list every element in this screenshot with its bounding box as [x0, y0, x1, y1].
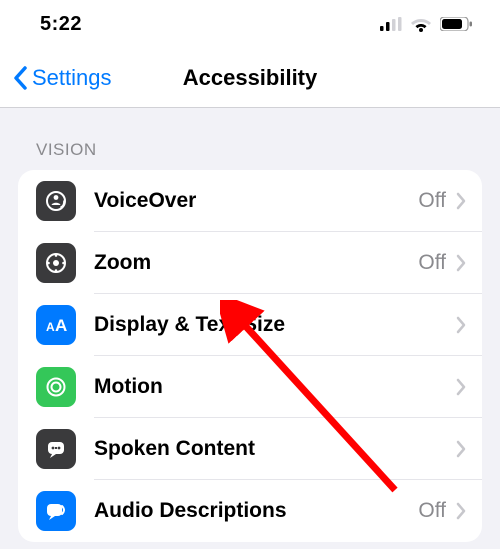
- back-button[interactable]: Settings: [0, 65, 112, 91]
- row-label: Zoom: [94, 251, 418, 275]
- chevron-right-icon: [456, 316, 466, 334]
- cellular-icon: [380, 17, 402, 31]
- row-label: VoiceOver: [94, 189, 418, 213]
- row-audio-descriptions[interactable]: Audio Descriptions Off: [18, 480, 482, 542]
- row-voiceover[interactable]: VoiceOver Off: [18, 170, 482, 232]
- row-value: Off: [418, 251, 446, 275]
- voiceover-icon: [36, 181, 76, 221]
- row-zoom[interactable]: Zoom Off: [18, 232, 482, 294]
- chevron-left-icon: [12, 66, 28, 90]
- status-bar: 5:22: [0, 0, 500, 48]
- display-text-size-icon: AA: [36, 305, 76, 345]
- chevron-right-icon: [456, 254, 466, 272]
- chevron-right-icon: [456, 192, 466, 210]
- battery-icon: [440, 17, 472, 31]
- nav-bar: Settings Accessibility: [0, 48, 500, 108]
- section-header-vision: VISION: [18, 108, 482, 170]
- wifi-icon: [410, 16, 432, 32]
- settings-group-vision: VoiceOver Off Zoom Off AA: [18, 170, 482, 542]
- row-value: Off: [418, 499, 446, 523]
- row-label: Spoken Content: [94, 437, 446, 461]
- spoken-content-icon: [36, 429, 76, 469]
- row-display-text-size[interactable]: AA Display & Text Size: [18, 294, 482, 356]
- row-value: Off: [418, 189, 446, 213]
- svg-text:A: A: [46, 320, 55, 334]
- row-motion[interactable]: Motion: [18, 356, 482, 418]
- chevron-right-icon: [456, 440, 466, 458]
- status-time: 5:22: [40, 13, 82, 36]
- content: VISION VoiceOver Off Zoom Off: [0, 108, 500, 542]
- row-label: Audio Descriptions: [94, 499, 418, 523]
- audio-descriptions-icon: [36, 491, 76, 531]
- row-label: Motion: [94, 375, 446, 399]
- back-label: Settings: [32, 65, 112, 91]
- zoom-icon: [36, 243, 76, 283]
- chevron-right-icon: [456, 502, 466, 520]
- motion-icon: [36, 367, 76, 407]
- status-icons: [380, 16, 472, 32]
- svg-text:A: A: [55, 316, 67, 335]
- row-label: Display & Text Size: [94, 313, 446, 337]
- row-spoken-content[interactable]: Spoken Content: [18, 418, 482, 480]
- chevron-right-icon: [456, 378, 466, 396]
